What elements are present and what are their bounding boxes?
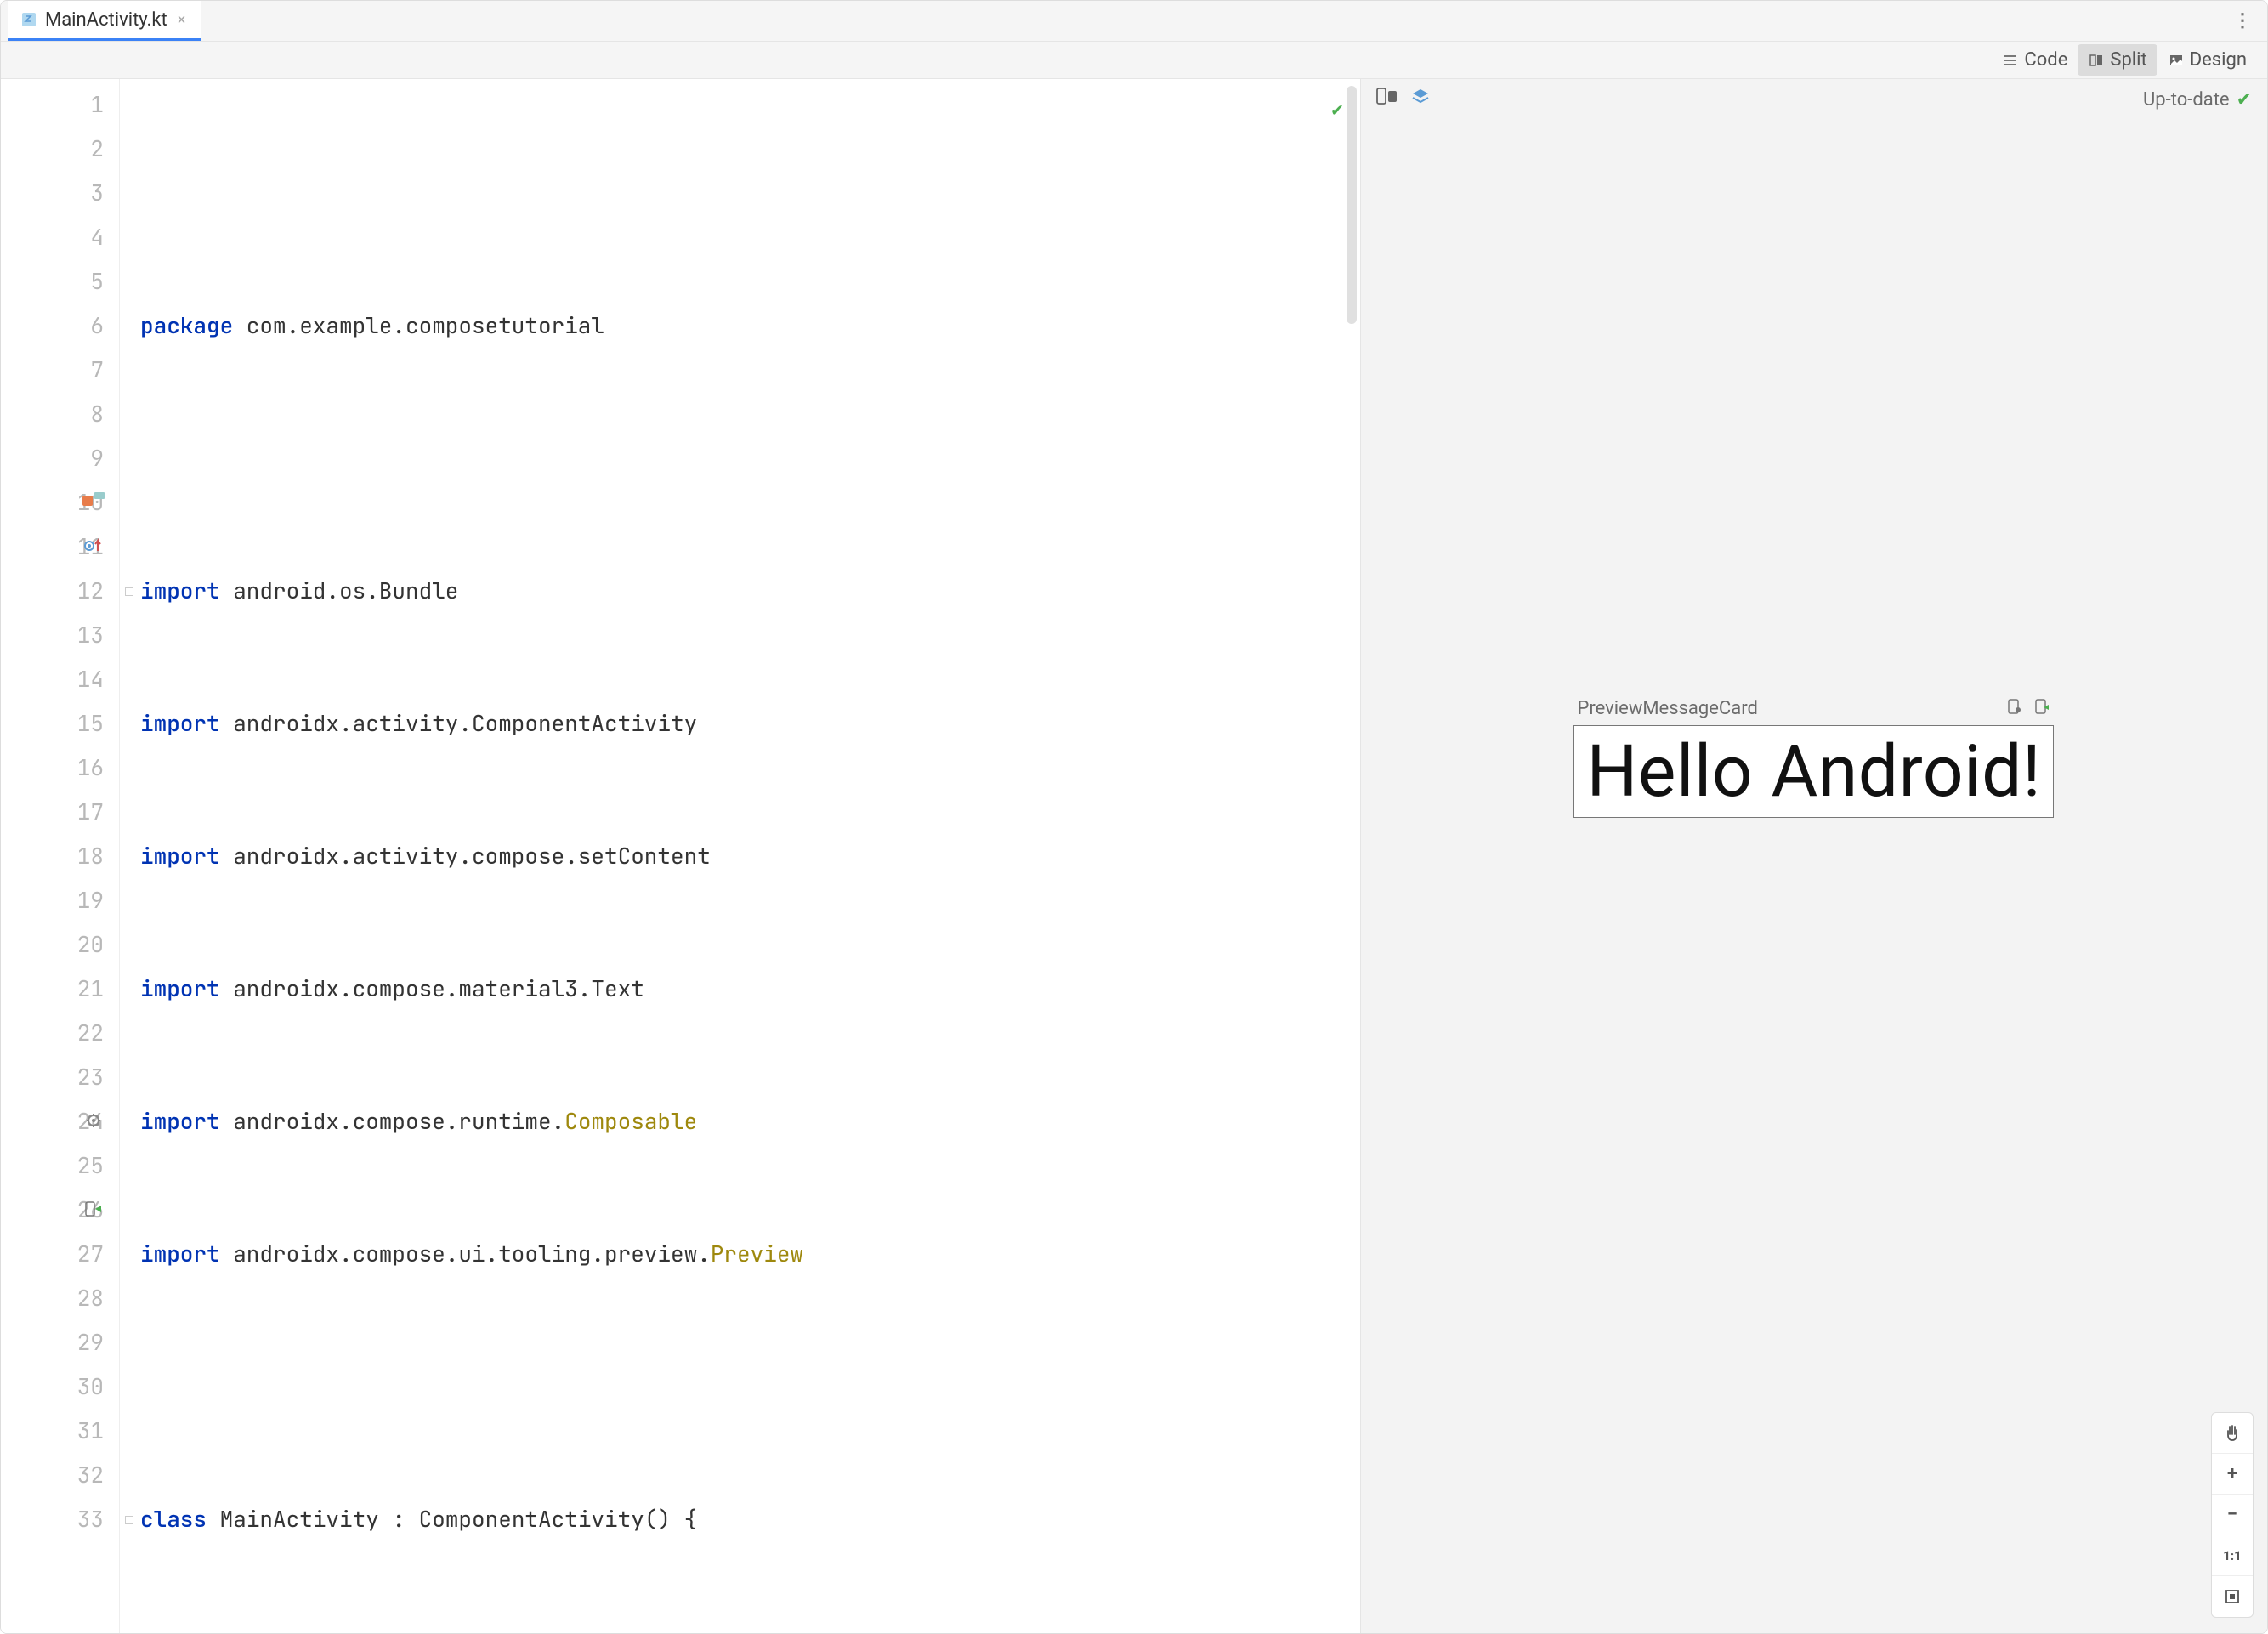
gutter-line: 10 <box>1 480 104 525</box>
zoom-in-button[interactable]: + <box>2212 1454 2253 1495</box>
gutter-line: 29 <box>1 1320 104 1365</box>
preview-rendered-text: Hello Android! <box>1573 725 2054 818</box>
pan-button[interactable] <box>2212 1413 2253 1454</box>
view-mode-code[interactable]: Code <box>1992 44 2078 76</box>
gutter-line: 8 <box>1 392 104 436</box>
file-tab[interactable]: MainActivity.kt × <box>8 1 201 41</box>
preview-status-ok-icon: ✔ <box>2237 89 2252 111</box>
code-line: import androidx.compose.ui.tooling.previ… <box>140 1232 1360 1276</box>
kotlin-file-icon <box>20 10 38 29</box>
code-line: package com.example.composetutorial <box>140 304 1360 348</box>
tab-filename: MainActivity.kt <box>45 9 167 31</box>
fold-icon[interactable] <box>125 1516 133 1524</box>
editor-gutter[interactable]: 1 2 3 4 5 6 7 8 9 10 11 12 13 14 15 16 <box>1 79 120 1633</box>
preview-layers-icon[interactable] <box>1410 87 1431 112</box>
gutter-line: 11 <box>1 525 104 569</box>
gutter-line: 1 <box>1 82 104 127</box>
gutter-line: 3 <box>1 171 104 215</box>
gutter-line: 23 <box>1 1055 104 1099</box>
preview-widget: PreviewMessageCard Hello Android! <box>1573 698 2054 818</box>
gutter-line: 32 <box>1 1453 104 1497</box>
close-tab-icon[interactable]: × <box>174 11 190 29</box>
view-mode-split[interactable]: Split <box>2078 44 2157 76</box>
gutter-line: 31 <box>1 1409 104 1453</box>
gutter-line: 15 <box>1 701 104 746</box>
gutter-line: 14 <box>1 657 104 701</box>
view-mode-design[interactable]: Design <box>2157 44 2257 76</box>
gutter-line: 24 <box>1 1099 104 1143</box>
tab-bar: MainActivity.kt × ⋮ <box>1 1 2267 42</box>
gutter-line: 5 <box>1 259 104 304</box>
gutter-line: 22 <box>1 1011 104 1055</box>
gutter-line: 33 <box>1 1497 104 1541</box>
gutter-line: 21 <box>1 967 104 1011</box>
editor-column: 1 2 3 4 5 6 7 8 9 10 11 12 13 14 15 16 <box>1 79 1361 1633</box>
code-line <box>140 436 1360 480</box>
code-line: import android.os.Bundle <box>140 569 1360 613</box>
view-mode-design-label: Design <box>2190 49 2247 71</box>
gutter-line: 30 <box>1 1365 104 1409</box>
override-gutter-icon[interactable] <box>81 533 106 559</box>
code-line: class MainActivity : ComponentActivity()… <box>140 1497 1360 1541</box>
gutter-line: 7 <box>1 348 104 392</box>
gutter-line: 2 <box>1 127 104 171</box>
zoom-controls: + − 1:1 <box>2211 1412 2254 1618</box>
gutter-line: 27 <box>1 1232 104 1276</box>
view-mode-bar: Code Split Design <box>1 42 2267 79</box>
gutter-line: 16 <box>1 746 104 790</box>
preview-toolbar: Up-to-date ✔ <box>1361 79 2267 120</box>
gutter-line: 19 <box>1 878 104 922</box>
gutter-line: 18 <box>1 834 104 878</box>
tabs: MainActivity.kt × <box>8 1 201 41</box>
code-editor[interactable]: ✔ package com.example.composetutorial im… <box>120 79 1360 1633</box>
view-mode-split-label: Split <box>2110 49 2146 71</box>
preview-devices-icon[interactable] <box>1376 87 1398 112</box>
gutter-line: 26 <box>1 1188 104 1232</box>
preview-settings-gutter-icon[interactable] <box>81 1108 106 1133</box>
preview-status-text: Up-to-date <box>2143 89 2230 111</box>
gutter-line: 6 <box>1 304 104 348</box>
code-line <box>140 1365 1360 1409</box>
gutter-line: 9 <box>1 436 104 480</box>
split-view-icon <box>2088 52 2105 69</box>
preview-interactive-icon[interactable] <box>2006 698 2023 720</box>
main-area: 1 2 3 4 5 6 7 8 9 10 11 12 13 14 15 16 <box>1 79 2267 1633</box>
tab-bar-more-icon[interactable]: ⋮ <box>2233 10 2260 31</box>
class-gutter-icon[interactable] <box>81 489 106 514</box>
code-line: import androidx.activity.compose.setCont… <box>140 834 1360 878</box>
gutter-line: 4 <box>1 215 104 259</box>
fold-icon[interactable] <box>125 587 133 596</box>
view-mode-code-label: Code <box>2024 49 2067 71</box>
ide-container: MainActivity.kt × ⋮ Code Split Design <box>0 0 2268 1634</box>
gutter-line: 17 <box>1 790 104 834</box>
gutter-line: 28 <box>1 1276 104 1320</box>
preview-composable-name: PreviewMessageCard <box>1577 698 1757 719</box>
preview-panel: Up-to-date ✔ PreviewMessageCard <box>1361 79 2267 1633</box>
preview-canvas[interactable]: PreviewMessageCard Hello Android! <box>1361 120 2267 1633</box>
code-view-icon <box>2002 52 2019 69</box>
code-line: import androidx.compose.material3.Text <box>140 967 1360 1011</box>
gutter-line: 13 <box>1 613 104 657</box>
preview-deploy-icon[interactable] <box>2033 698 2050 720</box>
gutter-line: 20 <box>1 922 104 967</box>
gutter-line: 25 <box>1 1143 104 1188</box>
run-preview-gutter-icon[interactable] <box>81 1196 106 1222</box>
zoom-reset-button[interactable]: 1:1 <box>2212 1535 2253 1576</box>
editor-scrollbar[interactable] <box>1347 86 1357 324</box>
zoom-fit-button[interactable] <box>2212 1576 2253 1617</box>
inspection-ok-icon[interactable]: ✔ <box>1331 88 1342 132</box>
code-line: import androidx.compose.runtime.Composab… <box>140 1099 1360 1143</box>
zoom-out-button[interactable]: − <box>2212 1495 2253 1535</box>
code-line: import androidx.activity.ComponentActivi… <box>140 701 1360 746</box>
design-view-icon <box>2168 52 2185 69</box>
gutter-line: 12 <box>1 569 104 613</box>
code-line: override fun onCreate(savedInstanceState… <box>140 1630 1360 1633</box>
